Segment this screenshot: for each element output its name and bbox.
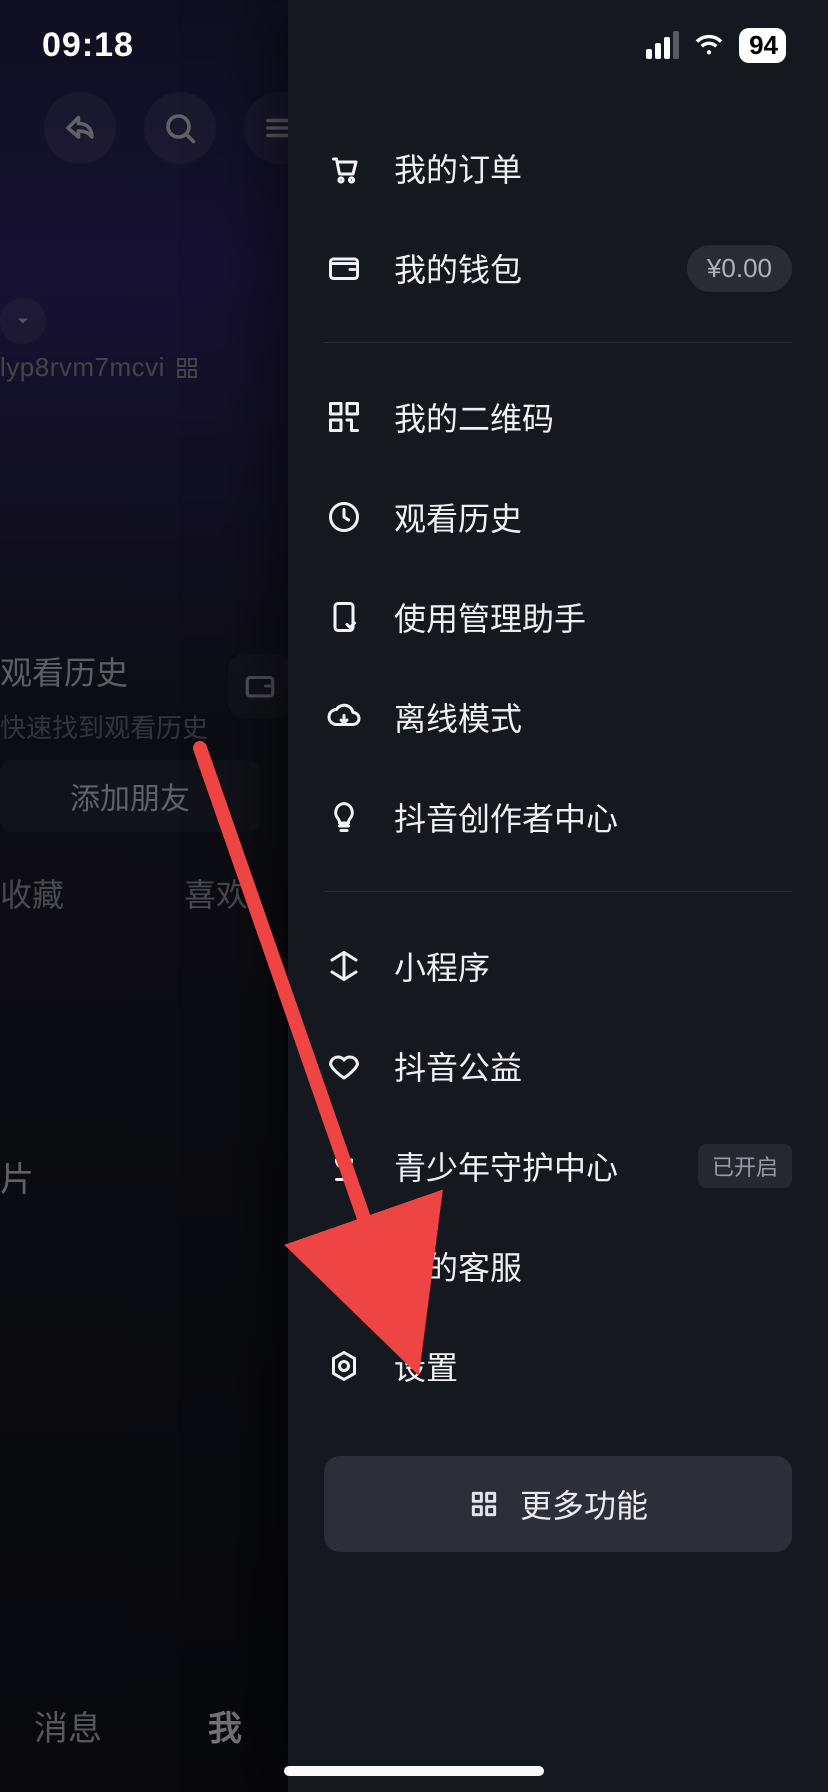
lightbulb-icon (324, 797, 364, 837)
menu-label: 我的钱包 (394, 245, 657, 291)
heart-icon (324, 1046, 364, 1086)
gear-icon (324, 1346, 364, 1386)
miniapp-icon (324, 946, 364, 986)
menu-label: 观看历史 (394, 494, 792, 540)
menu-usage-assistant[interactable]: 使用管理助手 (324, 567, 792, 667)
battery-indicator: 94 (739, 28, 786, 63)
home-indicator (284, 1766, 544, 1776)
menu-label: 离线模式 (394, 694, 792, 740)
more-functions-button[interactable]: 更多功能 (324, 1456, 792, 1552)
headset-icon (324, 1246, 364, 1286)
menu-my-orders[interactable]: 我的订单 (324, 118, 792, 218)
clock-icon (324, 497, 364, 537)
cart-icon (324, 148, 364, 188)
menu-label: 小程序 (394, 943, 792, 989)
menu-my-wallet[interactable]: 我的钱包 ¥0.00 (324, 218, 792, 318)
menu-label: 设置 (394, 1343, 792, 1389)
cloud-download-icon (324, 697, 364, 737)
wallet-icon (324, 248, 364, 288)
youth-status-tag: 已开启 (698, 1144, 792, 1188)
status-bar: 09:18 94 (0, 0, 828, 90)
menu-offline-mode[interactable]: 离线模式 (324, 667, 792, 767)
wallet-balance: ¥0.00 (687, 245, 792, 292)
grid-icon (468, 1488, 500, 1520)
menu-my-qrcode[interactable]: 我的二维码 (324, 367, 792, 467)
menu-label: 我的订单 (394, 145, 792, 191)
menu-label: 我的客服 (394, 1243, 792, 1289)
status-time: 09:18 (42, 26, 134, 65)
divider (324, 891, 792, 892)
menu-label: 青少年守护中心 (394, 1143, 668, 1189)
signal-icon (646, 31, 679, 59)
side-drawer: 我的订单 我的钱包 ¥0.00 我的二维码 观看历史 使用管理助手 离线模式 抖… (288, 0, 828, 1792)
menu-youth-protection[interactable]: 青少年守护中心 已开启 (324, 1116, 792, 1216)
menu-charity[interactable]: 抖音公益 (324, 1016, 792, 1116)
menu-label: 抖音公益 (394, 1043, 792, 1089)
divider (324, 342, 792, 343)
menu-watch-history[interactable]: 观看历史 (324, 467, 792, 567)
wifi-icon (693, 27, 725, 64)
phone-check-icon (324, 597, 364, 637)
menu-mini-program[interactable]: 小程序 (324, 916, 792, 1016)
more-label: 更多功能 (520, 1481, 648, 1527)
menu-label: 使用管理助手 (394, 594, 792, 640)
menu-customer-service[interactable]: 我的客服 (324, 1216, 792, 1316)
menu-creator-center[interactable]: 抖音创作者中心 (324, 767, 792, 867)
menu-label: 我的二维码 (394, 394, 792, 440)
menu-label: 抖音创作者中心 (394, 794, 792, 840)
qrcode-icon (324, 397, 364, 437)
sprout-icon (324, 1146, 364, 1186)
menu-settings[interactable]: 设置 (324, 1316, 792, 1416)
